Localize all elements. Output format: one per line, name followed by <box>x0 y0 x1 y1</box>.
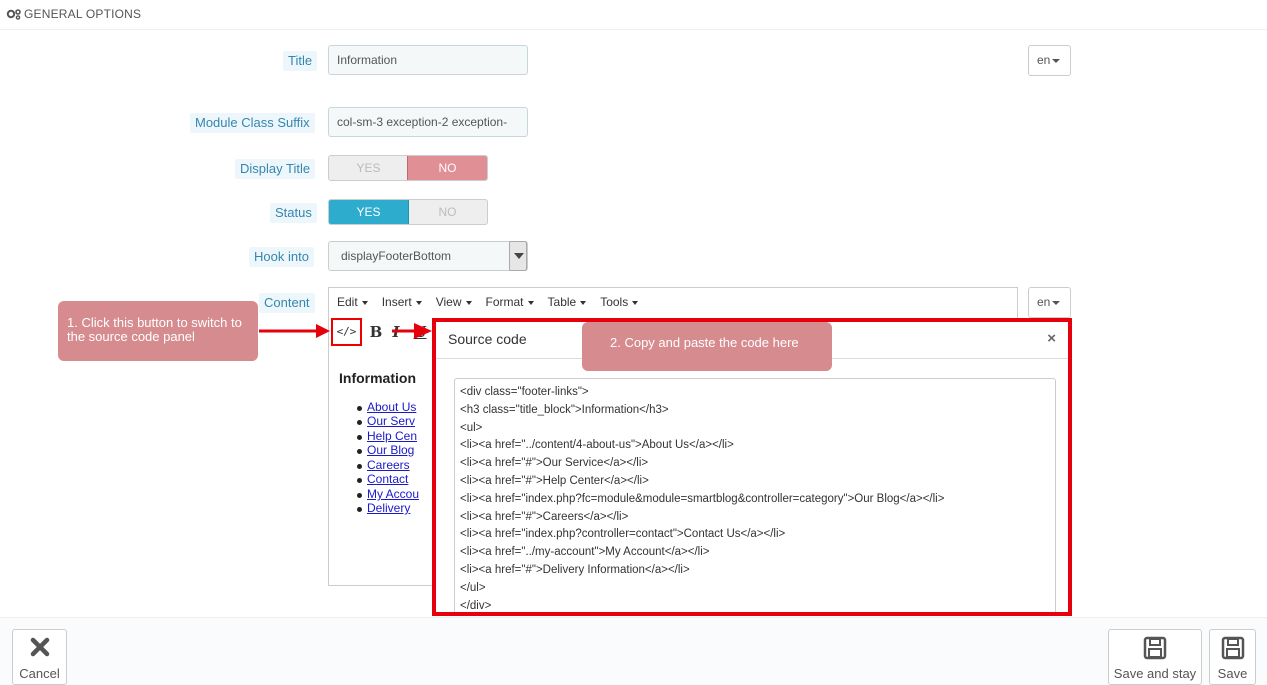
title-input[interactable]: Information <box>328 45 528 75</box>
bold-button[interactable]: B <box>367 321 385 343</box>
display-title-no-option[interactable]: NO <box>407 156 487 180</box>
code-line: <div class="footer-links"> <box>460 386 589 398</box>
language-code: en <box>1037 53 1051 67</box>
code-line: <li><a href="#">Careers</a></li> <box>460 510 629 523</box>
editor-link-item[interactable]: Careers <box>357 458 410 472</box>
editor-menubar: Edit Insert View Format Table Tools <box>329 288 1017 316</box>
code-line: <li><a href="../content/4-about-us">Abou… <box>460 439 734 452</box>
title-label: Title <box>283 51 318 71</box>
gears-icon <box>6 9 21 20</box>
content-label: Content <box>259 293 315 313</box>
language-code: en <box>1037 295 1051 309</box>
callout-step-1: 1. Click this button to switch to the so… <box>58 301 258 361</box>
code-line: <li><a href="index.php?fc=module&module=… <box>460 492 945 505</box>
menu-view[interactable]: View <box>436 295 472 309</box>
panel-header: GENERAL OPTIONS <box>0 0 1267 30</box>
code-line: <ul> <box>460 421 483 434</box>
code-line: <li><a href="index.php?controller=contac… <box>460 528 786 541</box>
title-language-dropdown[interactable]: en <box>1028 45 1071 76</box>
save-label: Save <box>1217 666 1248 681</box>
code-line: <li><a href="#">Help Center</a></li> <box>460 474 649 487</box>
cancel-button[interactable]: Cancel <box>12 629 67 685</box>
save-and-stay-button[interactable]: Save and stay <box>1108 629 1202 685</box>
source-code-button[interactable]: </> <box>331 318 362 346</box>
floppy-disk-icon <box>1143 636 1167 660</box>
menu-table[interactable]: Table <box>548 295 587 309</box>
module-class-suffix-label: Module Class Suffix <box>190 113 315 133</box>
menu-edit[interactable]: Edit <box>337 295 368 309</box>
menu-insert[interactable]: Insert <box>382 295 422 309</box>
content-language-dropdown[interactable]: en <box>1028 287 1071 318</box>
display-title-switch[interactable]: YES NO <box>328 155 488 181</box>
floppy-disk-icon <box>1221 636 1244 660</box>
close-icon <box>30 637 49 657</box>
code-line: <li><a href="#">Our Service</a></li> <box>460 457 649 470</box>
code-line: <li><a href="../my-account">My Account</… <box>460 546 710 559</box>
code-line: </div> <box>460 599 492 612</box>
editor-content[interactable]: Information About Us Our Serv Help Cen O… <box>339 370 419 515</box>
status-yes-option[interactable]: YES <box>329 200 409 224</box>
status-switch[interactable]: YES NO <box>328 199 488 225</box>
editor-link-item[interactable]: Our Serv <box>356 414 415 428</box>
save-and-stay-label: Save and stay <box>1113 666 1197 681</box>
editor-link-item[interactable]: Our Blog <box>356 443 414 457</box>
cancel-label: Cancel <box>19 666 60 681</box>
chevron-down-icon[interactable] <box>509 241 527 271</box>
chevron-down-icon <box>1052 300 1061 305</box>
arrow-to-source-button <box>259 324 330 338</box>
status-label: Status <box>270 203 317 223</box>
hook-into-label: Hook into <box>249 247 314 267</box>
save-button[interactable]: Save <box>1209 629 1256 685</box>
dialog-title: Source code <box>448 331 527 347</box>
hook-into-value: displayFooterBottom <box>341 249 452 263</box>
panel-title: GENERAL OPTIONS <box>24 7 142 21</box>
underline-button[interactable]: U <box>413 321 427 343</box>
form-footer: Cancel Save and stay Save <box>0 617 1267 685</box>
chevron-down-icon <box>1052 58 1061 63</box>
status-no-option[interactable]: NO <box>408 200 487 224</box>
code-line: </ul> <box>460 581 486 594</box>
display-title-yes-option[interactable]: YES <box>329 156 408 180</box>
editor-link-item[interactable]: Help Cen <box>356 429 417 443</box>
editor-link-item[interactable]: Delivery <box>356 501 410 515</box>
close-icon[interactable]: × <box>1047 330 1056 347</box>
module-class-suffix-input[interactable]: col-sm-3 exception-2 exception- <box>328 107 528 137</box>
editor-link-item[interactable]: Contact <box>356 472 408 486</box>
code-line: <h3 class="title_block">Information</h3> <box>460 403 669 416</box>
editor-link-item[interactable]: About Us <box>356 400 416 414</box>
callout-step-2: 2. Copy and paste the code here <box>582 322 832 371</box>
menu-format[interactable]: Format <box>486 295 534 309</box>
hook-into-select[interactable]: displayFooterBottom <box>328 241 528 271</box>
code-line: <li><a href="#">Delivery Information</a>… <box>460 563 690 576</box>
editor-link-item[interactable]: My Accou <box>356 487 419 501</box>
display-title-label: Display Title <box>235 159 316 179</box>
italic-button[interactable]: I <box>389 321 403 343</box>
editor-heading: Information <box>339 370 416 386</box>
menu-tools[interactable]: Tools <box>600 295 639 309</box>
source-code-textarea[interactable]: <div class="footer-links"> <h3 class="ti… <box>454 378 1056 612</box>
